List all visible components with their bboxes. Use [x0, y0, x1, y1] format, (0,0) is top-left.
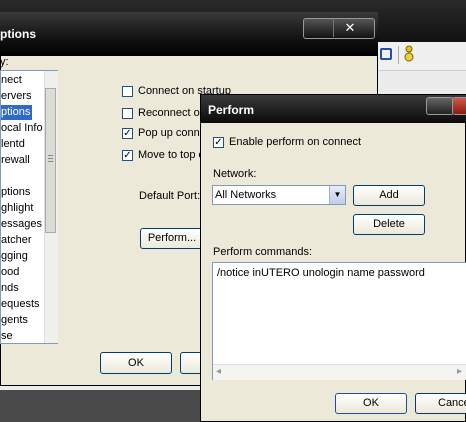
perform-minimize-button[interactable]: [426, 97, 454, 115]
check-icon: ✓: [214, 137, 223, 148]
perform-cancel-button[interactable]: Cance: [415, 393, 466, 414]
dropdown-arrow-icon[interactable]: ▼: [329, 186, 345, 204]
tree-item-selected[interactable]: ptions: [1, 105, 33, 120]
reconnect-checkbox[interactable]: [122, 108, 133, 119]
background-toolbar: [376, 42, 466, 71]
options-ok-button[interactable]: OK: [100, 352, 172, 374]
pop-up-checkbox[interactable]: ✓: [122, 128, 133, 139]
tree-item[interactable]: ervers: [1, 89, 34, 104]
tree-item[interactable]: gging: [1, 249, 30, 264]
category-label: y:: [0, 56, 9, 68]
tree-item[interactable]: ood: [1, 265, 21, 280]
reconnect-label: Reconnect on: [138, 107, 206, 119]
tree-item[interactable]: equests: [1, 297, 42, 312]
options-close-button[interactable]: ✕: [303, 18, 375, 39]
toolbar-separator: [398, 46, 399, 64]
tree-scrollbar-thumb[interactable]: [45, 88, 56, 233]
perform-commands-text: /notice inUTERO unologin name password: [217, 267, 425, 279]
tree-item[interactable]: ocal Info: [1, 121, 45, 136]
user-icon[interactable]: [404, 45, 414, 63]
titlebar-button-divider: [333, 18, 334, 37]
commands-horizontal-scrollbar[interactable]: ◂ ▸: [213, 364, 466, 380]
perform-close-button[interactable]: [452, 97, 466, 115]
add-button[interactable]: Add: [353, 185, 425, 206]
tree-item[interactable]: ghlight: [1, 201, 35, 216]
delete-button[interactable]: Delete: [353, 214, 425, 235]
options-window-title: ptions: [0, 27, 36, 41]
tree-item[interactable]: [1, 169, 3, 184]
perform-dialog-title: Perform: [208, 103, 255, 117]
close-icon: ✕: [344, 20, 356, 35]
check-icon: ✓: [123, 150, 132, 161]
check-icon: ✓: [123, 128, 132, 139]
tree-item[interactable]: nect: [1, 73, 24, 88]
tree-item[interactable]: se: [1, 329, 15, 343]
scroll-left-icon[interactable]: ◂: [216, 366, 221, 377]
enable-perform-checkbox[interactable]: ✓: [213, 137, 224, 148]
perform-commands-label: Perform commands:: [213, 246, 313, 258]
tree-item[interactable]: ptions: [1, 185, 32, 200]
enable-perform-label: Enable perform on connect: [229, 136, 362, 148]
network-label: Network:: [213, 168, 257, 180]
perform-commands-textarea[interactable]: /notice inUTERO unologin name password: [212, 262, 466, 380]
tree-item[interactable]: rewall: [1, 153, 32, 168]
perform-button[interactable]: Perform...: [140, 228, 204, 249]
scroll-right-icon[interactable]: ▸: [457, 366, 462, 377]
connect-on-startup-checkbox[interactable]: [122, 86, 133, 97]
tree-item[interactable]: essages: [1, 217, 44, 232]
perform-ok-button[interactable]: OK: [335, 393, 407, 414]
network-select[interactable]: All Networks: [212, 185, 346, 205]
tree-item[interactable]: lentd: [1, 137, 27, 152]
pop-up-label: Pop up conne: [138, 127, 206, 139]
toolbar-window-icon[interactable]: [380, 48, 392, 60]
tree-item[interactable]: atcher: [1, 233, 34, 248]
move-to-top-label: Move to top o: [138, 149, 205, 161]
move-to-top-checkbox[interactable]: ✓: [122, 150, 133, 161]
tree-item[interactable]: gents: [1, 313, 30, 328]
default-port-label: Default Port:: [139, 190, 201, 202]
tree-item[interactable]: nds: [1, 281, 21, 296]
